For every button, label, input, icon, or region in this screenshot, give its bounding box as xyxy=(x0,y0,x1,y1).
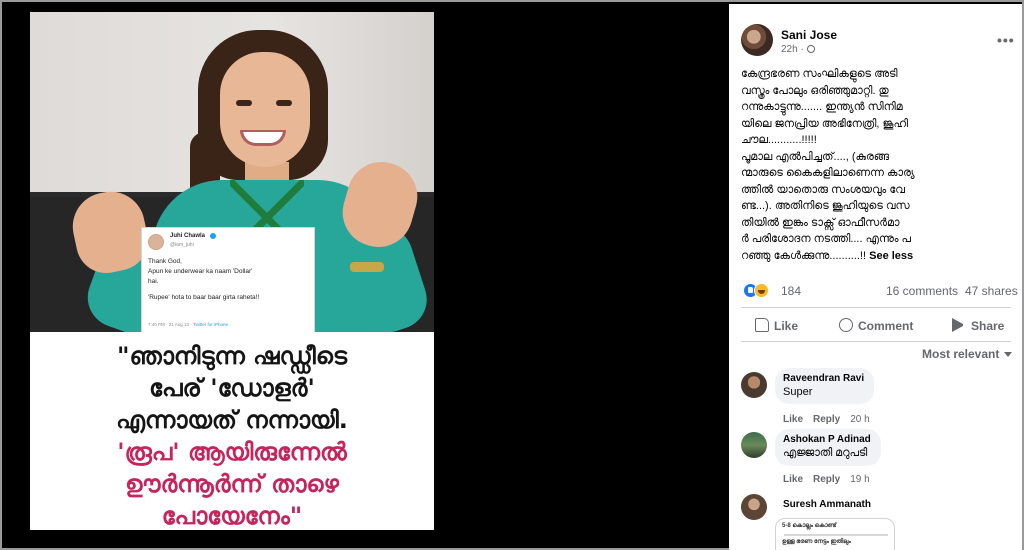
comment-like-link[interactable]: Like xyxy=(783,474,803,485)
post-time-text: 22h · xyxy=(781,44,804,55)
caption-line: "ഞാനിടുന്ന ഷഡ്ഡീടെ xyxy=(117,342,347,370)
post-text-line: ത്തിൽ യാതൊരു സംശയവും വേ xyxy=(741,183,905,196)
comment-image-divider xyxy=(784,534,888,536)
tweet-timestamp: 7:40 PM · 21 Aug 13 · xyxy=(148,322,193,327)
image-caption: "ഞാനിടുന്ന ഷഡ്ഡീടെ പേര് 'ഡോളര്‍' എന്നായത… xyxy=(30,332,434,530)
share-button[interactable]: Share xyxy=(952,317,1004,335)
post-timestamp[interactable]: 22h · xyxy=(781,44,815,55)
commenter-avatar[interactable] xyxy=(741,494,767,520)
tweet-text-line: Thank God, xyxy=(148,258,182,265)
tweet-card: Juhi Chawla @iam_juhi Thank God, Apun ke… xyxy=(142,228,314,332)
post-text-line: ണ്ട...). അതിനിടെ ജൂഹിയുടെ വസ xyxy=(741,200,910,212)
post-text-line: ർ പരിശോദന നടത്തി.... എന്നും പ xyxy=(741,233,911,245)
commenter-name[interactable]: Raveendran Ravi xyxy=(783,373,864,384)
like-button-label: Like xyxy=(774,319,799,333)
post-text-line: കേന്ദ്രഭരണ സംഘികളുടെ അടി xyxy=(741,68,898,80)
comment-time[interactable]: 19 h xyxy=(850,474,869,485)
comment-bubble: Raveendran Ravi Super xyxy=(775,368,875,404)
post-text-line: യിലെ ജനപ്രിയ അഭിനേത്രി, ജൂഹി xyxy=(741,117,909,130)
share-button-label: Share xyxy=(971,319,1005,333)
post-text-line: ന്മാരുടെ കൈകളിലാണെന്ന കാര്യ xyxy=(741,167,915,179)
shares-count[interactable]: 47 shares xyxy=(965,284,1018,298)
post-text-line: ചൗല...........!!!!! xyxy=(741,134,817,146)
right-eye xyxy=(276,100,292,106)
caption-line: പേര് 'ഡോളര്‍' xyxy=(149,374,315,402)
wristwatch xyxy=(350,262,384,272)
comment-sort-dropdown[interactable]: Most relevant xyxy=(922,347,1013,361)
caption-line-highlight: പോയേനേം" xyxy=(161,502,303,530)
commenter-avatar[interactable] xyxy=(741,372,767,398)
divider xyxy=(741,341,1011,342)
caption-line: എന്നായത് നന്നായി. xyxy=(116,406,348,434)
post-image[interactable]: Juhi Chawla @iam_juhi Thank God, Apun ke… xyxy=(30,12,434,530)
tweet-meta: 7:40 PM · 21 Aug 13 · Twitter for iPhone xyxy=(148,322,228,327)
caption-line-highlight: 'രൂപ' ആയിരുന്നേല്‍ xyxy=(117,438,347,466)
comment-button[interactable]: Comment xyxy=(839,317,913,335)
caption-line-highlight: ഊര്‍ന്നൂര്‍ന്ന് താഴെ xyxy=(125,470,339,498)
comment-actions: Like Reply 20 h xyxy=(783,414,870,425)
comment-actions: Like Reply 19 h xyxy=(783,474,870,485)
tweet-text-line: Apun ke underwear ka naam 'Dollar' xyxy=(148,268,253,275)
comment-text: എജ്ജാതി മറുപടി xyxy=(783,447,868,459)
reaction-count[interactable]: 184 xyxy=(781,284,801,298)
comment-reply-link[interactable]: Reply xyxy=(813,474,840,485)
author-avatar[interactable] xyxy=(741,24,773,56)
post-text-line: റഞ്ഞു കേൾക്കുന്നു..........!! xyxy=(741,249,867,262)
post-text-line: വസ്ത്രം പോലും ഒരിഞ്ഞുമാറ്റി. തു xyxy=(741,84,889,97)
share-icon xyxy=(952,318,966,332)
comment-icon xyxy=(839,318,853,332)
left-eye xyxy=(236,100,252,106)
like-button[interactable]: Like xyxy=(755,317,798,335)
commenter-name[interactable]: Ashokan P Adinad xyxy=(783,434,871,445)
comment-image-text: 5-8 കൊല്ലം കൊണ്ട് xyxy=(782,523,837,529)
comment-button-label: Comment xyxy=(858,319,914,333)
tweet-handle: @iam_juhi xyxy=(170,242,194,248)
more-options-icon[interactable]: ••• xyxy=(997,32,1015,48)
tweet-app: Twitter for iPhone xyxy=(192,322,228,327)
see-less-link[interactable]: See less xyxy=(869,250,913,262)
post-text-last-line: റഞ്ഞു കേൾക്കുന്നു..........!! See less xyxy=(741,248,1013,265)
face xyxy=(220,52,310,167)
post-text: കേന്ദ്രഭരണ സംഘികളുടെ അടി വസ്ത്രം പോലും ഒ… xyxy=(741,66,1013,264)
post-text-line: റന്നുകാട്ടുന്നു....... ഇന്ത്യൻ സിനിമ xyxy=(741,101,903,113)
tweet-text-line: hai. xyxy=(148,278,159,285)
chevron-down-icon xyxy=(1004,352,1013,357)
thumbs-up-icon xyxy=(755,318,769,332)
post-text-line: പൂമാല എൽപിച്ചത്...., (കുരങ്ങ xyxy=(741,150,890,163)
comment-image-text: ഉള്ള ഭരണ നേട്ടം ഇതിലും xyxy=(782,539,851,545)
comment-bubble: Ashokan P Adinad എജ്ജാതി മറുപടി xyxy=(775,429,881,466)
post-text-line: തിയിൽ ഇങ്കം ടാക്സ് ഓഫീസർമാ xyxy=(741,216,900,229)
globe-icon xyxy=(806,45,815,53)
tweet-avatar xyxy=(148,234,164,250)
divider xyxy=(741,307,1011,308)
verified-icon xyxy=(210,233,216,239)
screenshot-frame: Juhi Chawla @iam_juhi Thank God, Apun ke… xyxy=(0,0,1024,550)
comments-count[interactable]: 16 comments xyxy=(886,284,958,298)
comment-reply-link[interactable]: Reply xyxy=(813,414,840,425)
commenter-name[interactable]: Suresh Ammanath xyxy=(783,499,871,510)
tweet-text-line: 'Rupee' hota to baar baar girta raheta!! xyxy=(148,294,260,301)
comment-time[interactable]: 20 h xyxy=(850,414,869,425)
author-name[interactable]: Sani Jose xyxy=(781,28,837,42)
sort-label: Most relevant xyxy=(922,347,1000,361)
post-panel: Sani Jose 22h · ••• കേന്ദ്രഭരണ സംഘികളുടെ… xyxy=(729,4,1022,550)
reaction-icons[interactable] xyxy=(743,283,777,299)
haha-reaction-icon xyxy=(754,283,769,298)
photo-juhi-chawla: Juhi Chawla @iam_juhi Thank God, Apun ke… xyxy=(30,12,434,343)
comment-like-link[interactable]: Like xyxy=(783,414,803,425)
tweet-author-name: Juhi Chawla xyxy=(170,233,206,239)
comment-image[interactable]: 5-8 കൊല്ലം കൊണ്ട് ഉള്ള ഭരണ നേട്ടം ഇതിലും xyxy=(775,518,895,550)
commenter-avatar[interactable] xyxy=(741,432,767,458)
comment-text: Super xyxy=(783,386,813,398)
